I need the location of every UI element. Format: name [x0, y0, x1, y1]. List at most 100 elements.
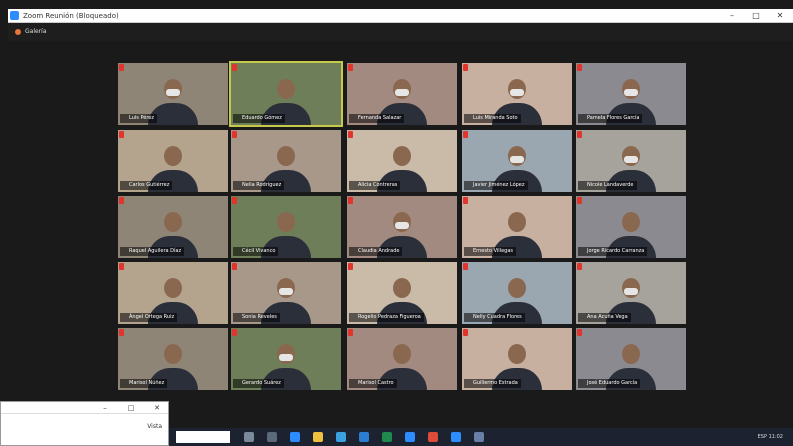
- participant-tile[interactable]: Fernanda Salazar: [347, 63, 457, 125]
- browser-icon[interactable]: [290, 432, 300, 442]
- participant-tile[interactable]: Rogelio Pedraza Figueroa: [347, 262, 457, 324]
- muted-mic-icon: [232, 197, 237, 204]
- participant-name: Carlos Gutiérrez: [120, 181, 173, 190]
- muted-mic-icon: [119, 197, 124, 204]
- participant-name: Guillermo Estrada: [464, 379, 521, 388]
- muted-mic-icon: [232, 329, 237, 336]
- face-mask: [624, 288, 638, 295]
- muted-mic-icon: [119, 263, 124, 270]
- participant-name: Jorge Ricardo Carranza: [578, 247, 648, 256]
- face-mask: [510, 156, 524, 163]
- zoom-app-icon: [10, 11, 19, 20]
- participant-face: [393, 344, 411, 364]
- participant-tile[interactable]: Nelly Cuadra Flores: [462, 262, 572, 324]
- excel-icon[interactable]: [382, 432, 392, 442]
- close-button[interactable]: ✕: [768, 9, 792, 23]
- participant-tile[interactable]: Eduardo Gómez: [229, 61, 343, 127]
- face-mask: [624, 89, 638, 96]
- meeting-top-bar: Galería: [8, 23, 793, 41]
- participant-tile[interactable]: Ángel Ortega Ruiz: [118, 262, 228, 324]
- participant-tile[interactable]: Javier Jiménez López: [462, 130, 572, 192]
- face-mask: [166, 89, 180, 96]
- participant-tile[interactable]: Nicole Landaverde: [576, 130, 686, 192]
- secondary-maximize-button[interactable]: □: [122, 402, 140, 414]
- participant-tile[interactable]: Nelia Rodríguez: [231, 130, 341, 192]
- participant-tile[interactable]: Carlos Gutiérrez: [118, 130, 228, 192]
- participant-face: [622, 344, 640, 364]
- participant-name: Marisol Núñez: [120, 379, 168, 388]
- participant-name: Marisol Castro: [349, 379, 397, 388]
- secondary-window: – □ ✕ Vista: [0, 401, 169, 446]
- muted-mic-icon: [348, 197, 353, 204]
- participant-face: [508, 278, 526, 298]
- participant-name: Eduardo Gómez: [233, 114, 285, 123]
- face-mask: [279, 354, 293, 361]
- mail-icon[interactable]: [359, 432, 369, 442]
- system-tray[interactable]: ESP 11:02: [758, 432, 783, 442]
- participant-tile[interactable]: Luis Miranda Soto: [462, 63, 572, 125]
- muted-mic-icon: [348, 131, 353, 138]
- participant-tile[interactable]: Gerardo Suárez: [231, 328, 341, 390]
- participant-face: [164, 146, 182, 166]
- participant-tile[interactable]: Pamela Flores García: [576, 63, 686, 125]
- participant-name: Luis Pérez: [120, 114, 158, 123]
- file-explorer-icon[interactable]: [313, 432, 323, 442]
- participant-name: Luis Miranda Soto: [464, 114, 521, 123]
- participant-tile[interactable]: Luis Pérez: [118, 63, 228, 125]
- participant-tile[interactable]: José Eduardo García: [576, 328, 686, 390]
- app-icon[interactable]: [474, 432, 484, 442]
- participant-name: Cécil Vivanco: [233, 247, 279, 256]
- participant-tile[interactable]: Marisol Castro: [347, 328, 457, 390]
- face-mask: [395, 89, 409, 96]
- participant-name: Pamela Flores García: [578, 114, 643, 123]
- muted-mic-icon: [577, 329, 582, 336]
- windows-taskbar: ESP 11:02: [169, 428, 793, 446]
- participant-tile[interactable]: Cécil Vivanco: [231, 196, 341, 258]
- participant-face: [393, 146, 411, 166]
- participant-face: [164, 344, 182, 364]
- participant-face: [622, 212, 640, 232]
- participant-tile[interactable]: Ernesto Villegas: [462, 196, 572, 258]
- muted-mic-icon: [577, 263, 582, 270]
- maximize-button[interactable]: □: [744, 9, 768, 23]
- windows-icon[interactable]: [267, 432, 277, 442]
- secondary-view-option[interactable]: Vista: [147, 422, 162, 432]
- participant-tile[interactable]: Alicia Contreras: [347, 130, 457, 192]
- participant-tile[interactable]: Raquel Aguilera Díaz: [118, 196, 228, 258]
- face-mask: [279, 288, 293, 295]
- muted-mic-icon: [463, 329, 468, 336]
- participant-face: [508, 212, 526, 232]
- participant-name: Claudia Andrade: [349, 247, 403, 256]
- minimize-button[interactable]: –: [720, 9, 744, 23]
- participant-tile[interactable]: Marisol Núñez: [118, 328, 228, 390]
- participant-tile[interactable]: Guillermo Estrada: [462, 328, 572, 390]
- zoom-taskbar-icon[interactable]: [405, 432, 415, 442]
- participant-face: [277, 212, 295, 232]
- muted-mic-icon: [348, 263, 353, 270]
- participant-name: Nelly Cuadra Flores: [464, 313, 525, 322]
- secondary-close-button[interactable]: ✕: [148, 402, 166, 414]
- participant-tile[interactable]: Jorge Ricardo Carranza: [576, 196, 686, 258]
- teams-icon[interactable]: [451, 432, 461, 442]
- participant-tile[interactable]: Ana Acuña Vega: [576, 262, 686, 324]
- participant-name: Sonia Reveles: [233, 313, 280, 322]
- muted-mic-icon: [232, 131, 237, 138]
- chrome-icon[interactable]: [428, 432, 438, 442]
- muted-mic-icon: [463, 197, 468, 204]
- task-view-icon[interactable]: [244, 432, 254, 442]
- face-mask: [395, 222, 409, 229]
- participant-face: [277, 146, 295, 166]
- muted-mic-icon: [463, 131, 468, 138]
- participant-name: Raquel Aguilera Díaz: [120, 247, 185, 256]
- store-icon[interactable]: [336, 432, 346, 442]
- secondary-minimize-button[interactable]: –: [96, 402, 114, 414]
- participant-tile[interactable]: Sonia Reveles: [231, 262, 341, 324]
- secondary-window-title-bar: – □ ✕: [1, 402, 168, 414]
- muted-mic-icon: [463, 64, 468, 71]
- participant-tile[interactable]: Claudia Andrade: [347, 196, 457, 258]
- participant-name: Gerardo Suárez: [233, 379, 284, 388]
- muted-mic-icon: [232, 64, 237, 71]
- window-title-bar: Zoom Reunión (Bloqueado) – □ ✕: [8, 9, 793, 23]
- taskbar-search-box[interactable]: [176, 431, 230, 443]
- view-label[interactable]: Galería: [25, 26, 47, 38]
